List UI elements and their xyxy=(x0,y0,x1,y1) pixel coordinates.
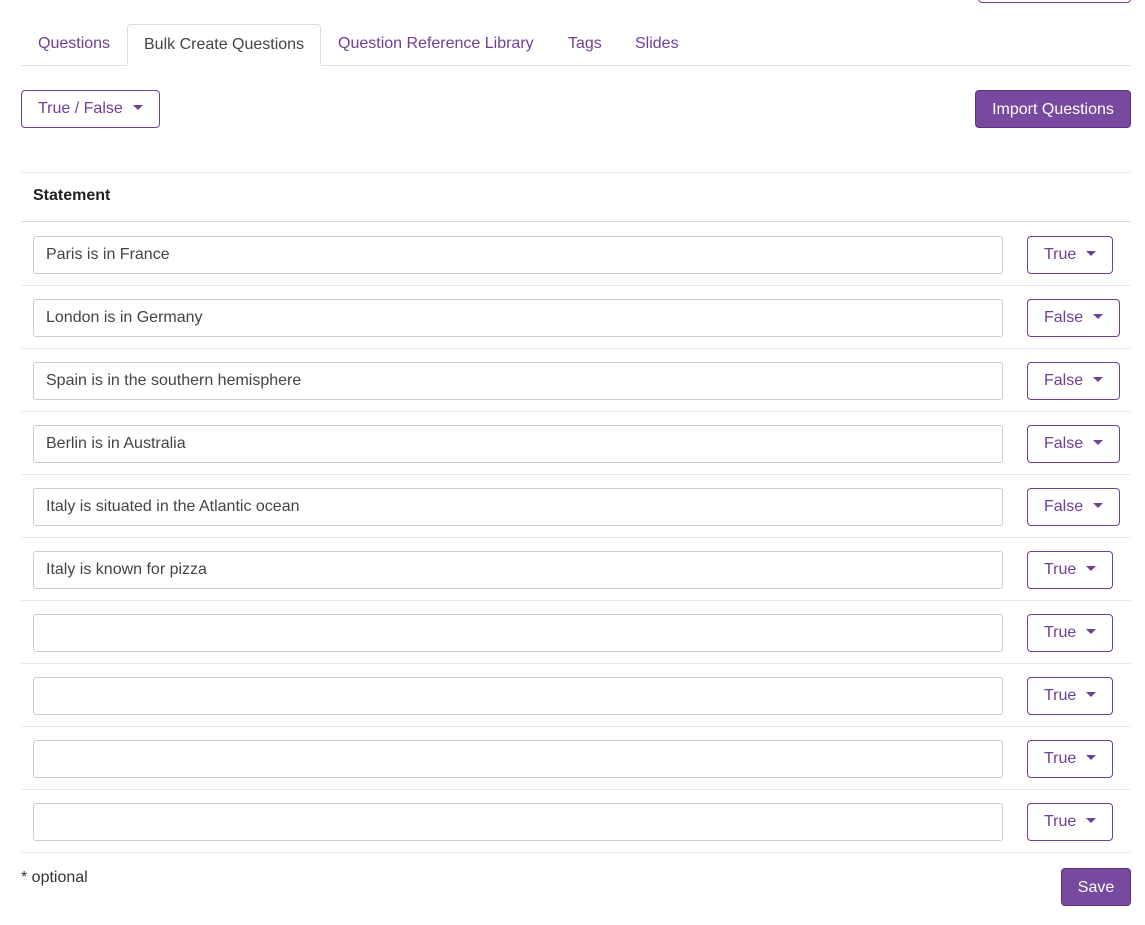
caret-down-icon xyxy=(1086,692,1097,698)
answer-label: False xyxy=(1044,372,1084,389)
tab-tags[interactable]: Tags xyxy=(568,24,602,66)
answer-label: True xyxy=(1044,246,1077,263)
save-button[interactable]: Save xyxy=(1061,868,1131,906)
caret-down-icon xyxy=(132,105,143,111)
tab-question-reference-library[interactable]: Question Reference Library xyxy=(338,24,534,66)
optional-note: * optional xyxy=(21,869,88,886)
answer-dropdown[interactable]: True xyxy=(1027,740,1114,778)
table-header: Statement xyxy=(21,173,1131,222)
statement-input[interactable] xyxy=(33,677,1003,715)
tab-slides[interactable]: Slides xyxy=(635,24,679,66)
answer-dropdown[interactable]: True xyxy=(1027,803,1114,841)
answer-label: True xyxy=(1044,813,1077,830)
table-row: True xyxy=(21,223,1131,286)
table-row: True xyxy=(21,727,1131,790)
caret-down-icon xyxy=(1093,440,1104,446)
answer-dropdown[interactable]: False xyxy=(1027,425,1121,463)
answer-label: False xyxy=(1044,309,1084,326)
caret-down-icon xyxy=(1086,629,1097,635)
tab-questions[interactable]: Questions xyxy=(38,24,110,66)
answer-label: False xyxy=(1044,435,1084,452)
table-row: True xyxy=(21,664,1131,727)
statement-input[interactable] xyxy=(33,425,1003,463)
answer-dropdown[interactable]: False xyxy=(1027,488,1121,526)
statement-input[interactable] xyxy=(33,614,1003,652)
statement-input[interactable] xyxy=(33,488,1003,526)
table-row: False xyxy=(21,349,1131,412)
statement-column-header: Statement xyxy=(33,187,111,204)
answer-dropdown[interactable]: True xyxy=(1027,236,1114,274)
table-row: False xyxy=(21,412,1131,475)
tab-bulk-create-questions[interactable]: Bulk Create Questions xyxy=(127,24,322,66)
answer-dropdown[interactable]: True xyxy=(1027,614,1114,652)
table-row: False xyxy=(21,475,1131,538)
answer-dropdown[interactable]: True xyxy=(1027,551,1114,589)
statement-input[interactable] xyxy=(33,740,1003,778)
caret-down-icon xyxy=(1086,566,1097,572)
answer-dropdown[interactable]: True xyxy=(1027,677,1114,715)
table-row: True xyxy=(21,538,1131,601)
table-row: False xyxy=(21,286,1131,349)
caret-down-icon xyxy=(1086,818,1097,824)
caret-down-icon xyxy=(1093,377,1104,383)
tab-bar: Questions Bulk Create Questions Question… xyxy=(21,24,1131,66)
question-type-label: True / False xyxy=(38,100,123,117)
question-type-dropdown[interactable]: True / False xyxy=(21,90,160,128)
answer-label: True xyxy=(1044,750,1077,767)
statement-input[interactable] xyxy=(33,362,1003,400)
caret-down-icon xyxy=(1086,251,1097,257)
table-row: True xyxy=(21,790,1131,853)
answer-dropdown[interactable]: False xyxy=(1027,299,1121,337)
statement-input[interactable] xyxy=(33,299,1003,337)
answer-label: False xyxy=(1044,498,1084,515)
answer-label: True xyxy=(1044,561,1077,578)
caret-down-icon xyxy=(1093,314,1104,320)
caret-down-icon xyxy=(1093,503,1104,509)
import-questions-button[interactable]: Import Questions xyxy=(975,90,1131,128)
statement-input[interactable] xyxy=(33,803,1003,841)
answer-label: True xyxy=(1044,687,1077,704)
caret-down-icon xyxy=(1086,755,1097,761)
statement-input[interactable] xyxy=(33,236,1003,274)
answer-dropdown[interactable]: False xyxy=(1027,362,1121,400)
statement-input[interactable] xyxy=(33,551,1003,589)
table-row: True xyxy=(21,601,1131,664)
top-button-partial[interactable] xyxy=(978,0,1131,3)
answer-label: True xyxy=(1044,624,1077,641)
